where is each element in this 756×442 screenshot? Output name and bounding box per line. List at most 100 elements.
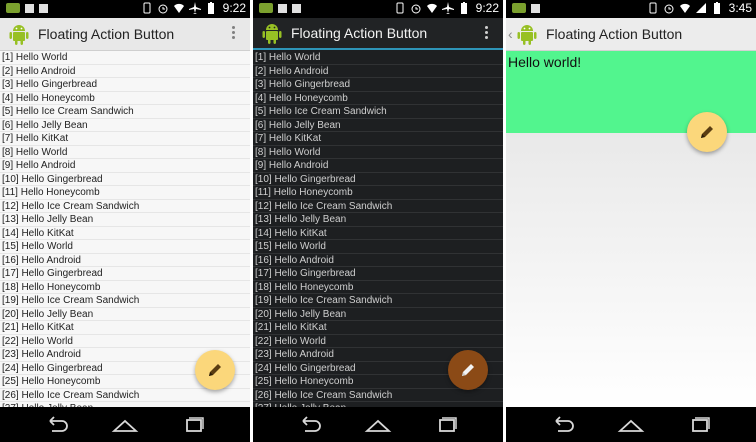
list-item[interactable]: [18] Hello Honeycomb [253, 281, 503, 294]
list-item[interactable]: [15] Hello World [253, 240, 503, 254]
home-icon[interactable] [111, 415, 139, 435]
content-area[interactable] [506, 133, 756, 407]
notification-badge-icon [259, 3, 273, 13]
list-item[interactable]: [19] Hello Ice Cream Sandwich [253, 294, 503, 308]
back-icon[interactable] [548, 415, 576, 435]
list-item[interactable]: [7] Hello KitKat [253, 132, 503, 146]
phone-dark-list: 9:22 Floating Action Button [1] Hello Wo… [253, 0, 503, 442]
status-bar: 3:45 [506, 0, 756, 18]
action-bar: Floating Action Button [0, 18, 250, 51]
list-item[interactable]: [9] Hello Android [0, 159, 250, 173]
status-time: 9:22 [475, 1, 499, 15]
battery-icon [460, 2, 467, 14]
list-item[interactable]: [10] Hello Gingerbread [0, 173, 250, 186]
android-icon[interactable] [261, 21, 283, 45]
list-item[interactable]: [14] Hello KitKat [253, 227, 503, 240]
list-item[interactable]: [22] Hello World [253, 335, 503, 348]
battery-icon [207, 2, 214, 14]
list-item[interactable]: [8] Hello World [0, 146, 250, 159]
list-item[interactable]: [4] Hello Honeycomb [253, 92, 503, 105]
list-item[interactable]: [7] Hello KitKat [0, 132, 250, 146]
app-title: Floating Action Button [546, 26, 683, 42]
phone-light-list: 9:22 Floating Action Button [1] Hello Wo… [0, 0, 250, 442]
list-item[interactable]: [6] Hello Jelly Bean [253, 119, 503, 132]
list-item[interactable]: [16] Hello Android [0, 254, 250, 267]
list-item[interactable]: [13] Hello Jelly Bean [253, 213, 503, 227]
list-item[interactable]: [14] Hello KitKat [0, 227, 250, 240]
battery-icon [713, 2, 720, 14]
list-item[interactable]: [4] Hello Honeycomb [0, 92, 250, 105]
wifi-icon [426, 3, 437, 14]
notification-badge-icon [6, 3, 20, 13]
list-item[interactable]: [2] Hello Android [0, 65, 250, 78]
pencil-icon [209, 364, 221, 376]
home-icon[interactable] [364, 415, 392, 435]
airplane-icon [188, 2, 201, 14]
back-icon[interactable] [295, 415, 323, 435]
list-item[interactable]: [3] Hello Gingerbread [0, 78, 250, 92]
list-item[interactable]: [22] Hello World [0, 335, 250, 348]
edit-fab-button[interactable] [448, 350, 488, 390]
list-item[interactable]: [3] Hello Gingerbread [253, 78, 503, 92]
navigation-bar [253, 407, 503, 442]
signal-icon [695, 3, 706, 13]
navigation-bar [0, 407, 250, 442]
list-item[interactable]: [16] Hello Android [253, 254, 503, 267]
navigation-bar [506, 407, 756, 442]
list-item[interactable]: [20] Hello Jelly Bean [253, 308, 503, 321]
action-bar: Floating Action Button [253, 18, 503, 50]
list-item[interactable]: [9] Hello Android [253, 159, 503, 173]
back-icon[interactable] [42, 415, 70, 435]
airplane-icon [441, 2, 454, 14]
header-text: Hello world! [508, 54, 582, 70]
overflow-menu-icon[interactable] [232, 26, 236, 42]
overflow-menu-icon[interactable] [485, 26, 489, 42]
wifi-icon [173, 3, 184, 14]
list-item[interactable]: [5] Hello Ice Cream Sandwich [253, 105, 503, 119]
list-item[interactable]: [13] Hello Jelly Bean [0, 213, 250, 227]
list-item[interactable]: [11] Hello Honeycomb [253, 186, 503, 200]
alarm-icon [411, 4, 421, 14]
list-item[interactable]: [11] Hello Honeycomb [0, 186, 250, 200]
vibrate-icon [143, 2, 151, 14]
list-item[interactable]: [17] Hello Gingerbread [253, 267, 503, 281]
action-bar: ‹ Floating Action Button [506, 18, 756, 51]
notification-badge-icon [512, 3, 526, 13]
alarm-icon [158, 4, 168, 14]
list-item[interactable]: [26] Hello Ice Cream Sandwich [0, 389, 250, 402]
list-item[interactable]: [21] Hello KitKat [253, 321, 503, 335]
alarm-icon [664, 4, 674, 14]
list-item[interactable]: [12] Hello Ice Cream Sandwich [253, 200, 503, 213]
status-bar: 9:22 [0, 0, 250, 18]
android-icon[interactable] [516, 22, 538, 46]
recents-icon[interactable] [686, 415, 714, 435]
phone-header-scroll: 3:45 ‹ Floating Action Button Hello worl… [506, 0, 756, 442]
edit-fab-button[interactable] [687, 112, 727, 152]
status-bar: 9:22 [253, 0, 503, 18]
edit-fab-button[interactable] [195, 350, 235, 390]
list-item[interactable]: [1] Hello World [0, 51, 250, 65]
list-item[interactable]: [20] Hello Jelly Bean [0, 308, 250, 321]
list-item[interactable]: [8] Hello World [253, 146, 503, 159]
list-item[interactable]: [19] Hello Ice Cream Sandwich [0, 294, 250, 308]
list-item[interactable]: [26] Hello Ice Cream Sandwich [253, 389, 503, 402]
list-item[interactable]: [21] Hello KitKat [0, 321, 250, 335]
list-item[interactable]: [2] Hello Android [253, 65, 503, 78]
recents-icon[interactable] [180, 415, 208, 435]
pencil-icon [462, 364, 474, 376]
list-item[interactable]: [10] Hello Gingerbread [253, 173, 503, 186]
android-icon[interactable] [8, 22, 30, 46]
wifi-icon [679, 3, 690, 14]
list-item[interactable]: [5] Hello Ice Cream Sandwich [0, 105, 250, 119]
list-item[interactable]: [6] Hello Jelly Bean [0, 119, 250, 132]
list-item[interactable]: [18] Hello Honeycomb [0, 281, 250, 294]
media-notification-icon [292, 3, 301, 13]
list-item[interactable]: [12] Hello Ice Cream Sandwich [0, 200, 250, 213]
up-navigation-icon[interactable]: ‹ [508, 26, 514, 42]
notification-square-icon [278, 3, 287, 13]
list-item[interactable]: [17] Hello Gingerbread [0, 267, 250, 281]
list-item[interactable]: [1] Hello World [253, 51, 503, 65]
recents-icon[interactable] [433, 415, 461, 435]
list-item[interactable]: [15] Hello World [0, 240, 250, 254]
home-icon[interactable] [617, 415, 645, 435]
